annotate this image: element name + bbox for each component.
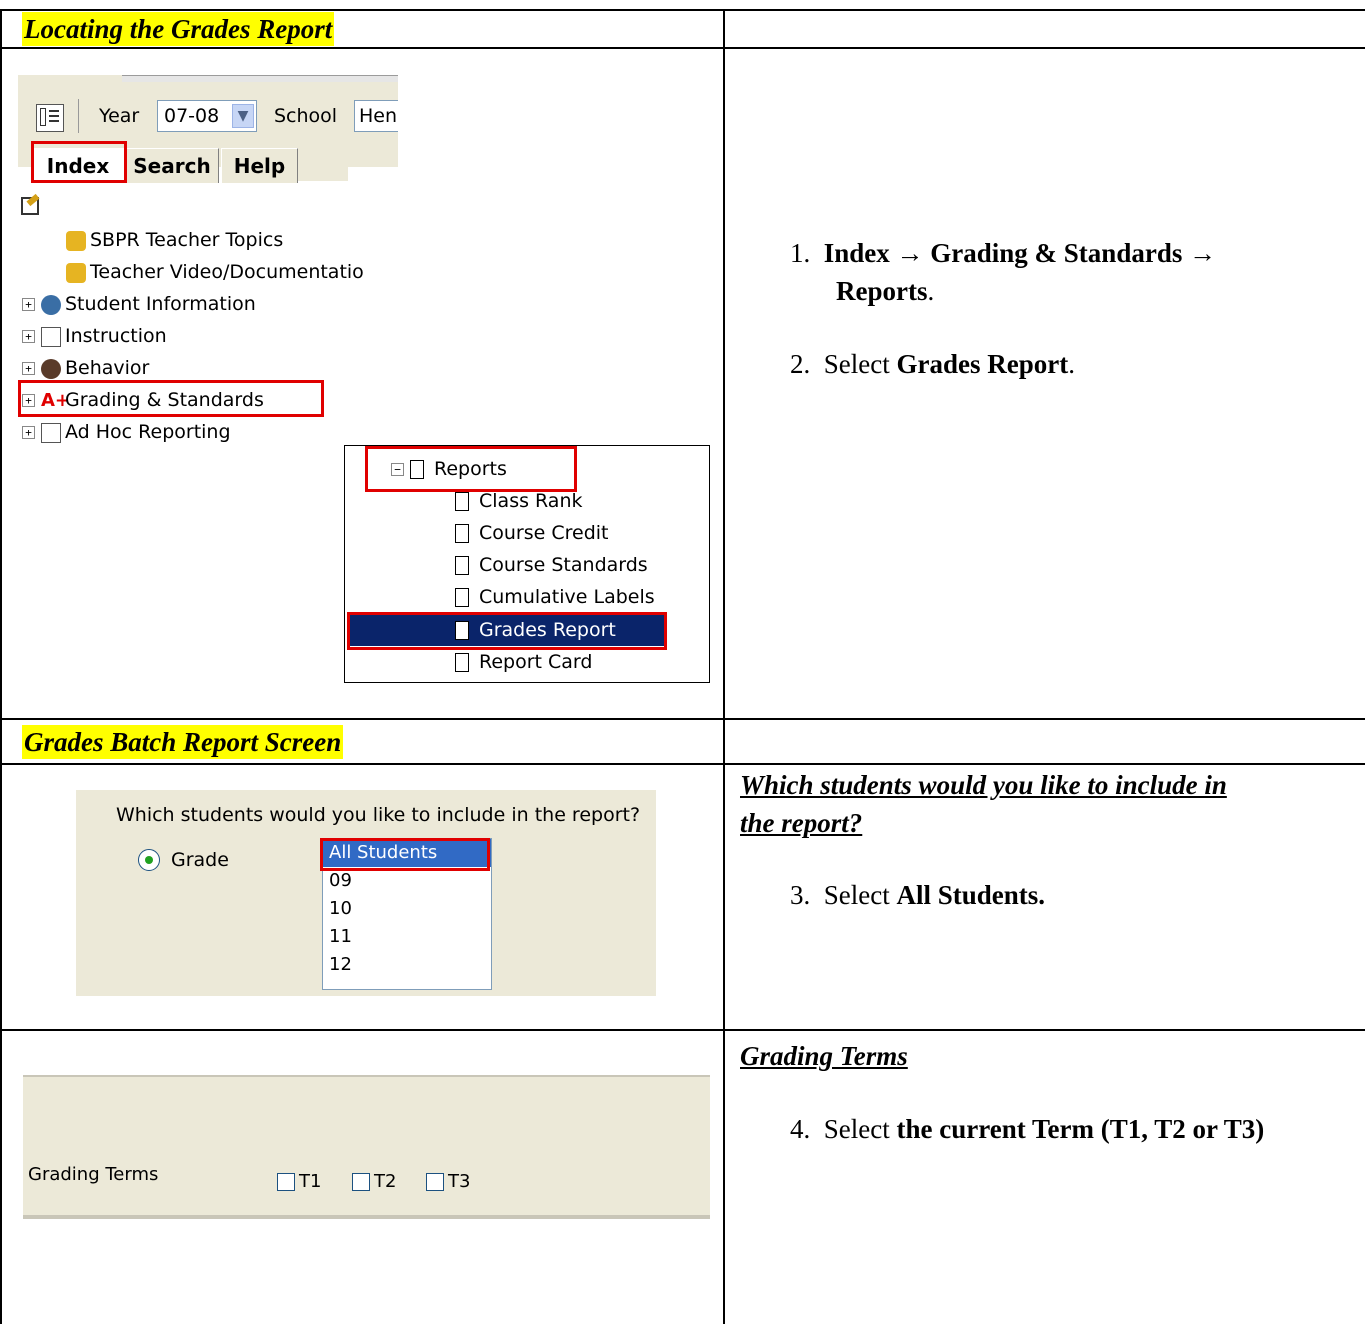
step-1-cont: Reports. — [836, 276, 935, 306]
document-icon — [455, 588, 469, 607]
table-border-top — [0, 9, 1365, 11]
tree-item-instruction[interactable]: + Instruction — [22, 321, 167, 351]
table-row-divider — [0, 47, 1365, 49]
school-select-value: Hen — [359, 105, 398, 127]
document-icon — [455, 556, 469, 575]
year-label: Year — [99, 105, 140, 127]
step-2: 2. Select Grades Report. — [790, 349, 1075, 379]
students-heading-cont: the report? — [740, 808, 863, 838]
report-item-course-credit[interactable]: Course Credit — [455, 518, 609, 548]
grade-radio[interactable] — [138, 849, 160, 871]
arrow-right-icon: → — [896, 238, 924, 268]
list-item-12[interactable]: 12 — [323, 951, 491, 979]
step-1: 1. Index → Grading & Standards → — [790, 238, 1217, 268]
instruction-icon — [41, 326, 61, 347]
callout-all-students — [320, 838, 490, 871]
callout-index-tab — [31, 141, 127, 183]
section-title-batch: Grades Batch Report Screen — [22, 725, 344, 759]
terms-heading: Grading Terms — [740, 1041, 908, 1071]
tab-help[interactable]: Help — [221, 148, 298, 183]
list-item-09[interactable]: 09 — [323, 867, 491, 895]
report-item-cumulative-labels[interactable]: Cumulative Labels — [455, 582, 655, 612]
toggle-panel-icon[interactable] — [36, 104, 64, 132]
document-icon — [455, 524, 469, 543]
school-label: School — [274, 105, 338, 127]
tree-item-student-information[interactable]: + Student Information — [22, 289, 256, 319]
term-t1[interactable]: T1 — [277, 1170, 321, 1194]
student-icon — [41, 294, 61, 315]
list-item-11[interactable]: 11 — [323, 923, 491, 951]
report-item-report-card[interactable]: Report Card — [455, 647, 592, 677]
checkbox-t1[interactable] — [277, 1173, 295, 1191]
reports-tree-screenshot: − Reports Class Rank Course Credit Course… — [344, 445, 710, 683]
tree-item-behavior[interactable]: + Behavior — [22, 353, 149, 383]
behavior-icon — [41, 358, 61, 379]
step-4: 4. Select the current Term (T1, T2 or T3… — [790, 1114, 1265, 1144]
step-3: 3. Select All Students. — [790, 880, 1046, 910]
book-icon — [66, 262, 86, 283]
checkbox-t2[interactable] — [352, 1173, 370, 1191]
tree-item-teacher-video[interactable]: Teacher Video/Documentatio — [66, 257, 364, 287]
document-icon — [455, 492, 469, 511]
document-icon — [455, 653, 469, 672]
chart-icon — [41, 422, 61, 443]
table-border-left — [0, 9, 2, 1324]
callout-grades-report — [347, 612, 667, 650]
term-t2[interactable]: T2 — [352, 1170, 396, 1194]
list-item-10[interactable]: 10 — [323, 895, 491, 923]
grading-terms-label: Grading Terms — [28, 1164, 159, 1185]
term-t3[interactable]: T3 — [426, 1170, 470, 1194]
report-item-course-standards[interactable]: Course Standards — [455, 550, 648, 580]
arrow-right-icon: → — [1189, 238, 1217, 268]
school-select[interactable]: Hen — [354, 100, 398, 132]
table-column-divider — [723, 9, 725, 1324]
tab-search[interactable]: Search — [125, 148, 219, 183]
book-icon — [66, 230, 86, 251]
callout-reports — [365, 446, 577, 492]
year-select-value: 07-08 — [164, 105, 220, 127]
grade-radio-label: Grade — [171, 849, 229, 871]
table-row-divider — [0, 763, 1365, 765]
students-heading: Which students would you like to include… — [740, 770, 1227, 800]
grading-terms-screenshot — [23, 1075, 710, 1219]
tree-item-ad-hoc-reporting[interactable]: + Ad Hoc Reporting — [22, 417, 231, 447]
index-panel-screenshot: Year 07-08 ▼ School Hen Index Search Hel… — [18, 75, 398, 461]
expand-icon[interactable]: + — [22, 298, 35, 311]
edit-icon[interactable] — [21, 193, 40, 215]
callout-grading-standards — [18, 380, 324, 417]
section-title-locating: Locating the Grades Report — [22, 12, 335, 46]
expand-icon[interactable]: + — [22, 330, 35, 343]
table-row-divider — [0, 1029, 1365, 1031]
tree-item-sbpr[interactable]: SBPR Teacher Topics — [66, 225, 283, 255]
table-row-divider — [0, 718, 1365, 720]
expand-icon[interactable]: + — [22, 426, 35, 439]
checkbox-t3[interactable] — [426, 1173, 444, 1191]
students-question: Which students would you like to include… — [116, 804, 641, 826]
chevron-down-icon[interactable]: ▼ — [232, 104, 254, 128]
expand-icon[interactable]: + — [22, 362, 35, 375]
year-select[interactable]: 07-08 ▼ — [157, 100, 257, 132]
